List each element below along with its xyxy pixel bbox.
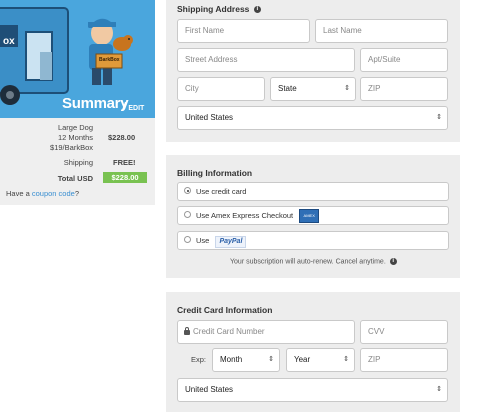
plan-line-size: Large Dog <box>57 123 93 132</box>
radio-selected-icon <box>184 187 191 194</box>
truck-logo-text: ox <box>3 36 15 47</box>
card-country-value: United States <box>185 385 234 394</box>
radio-unselected-icon <box>184 211 191 218</box>
coupon-code-link[interactable]: coupon code <box>32 189 75 198</box>
last-name-field[interactable]: Last Name <box>315 19 448 43</box>
coupon-line: Have a coupon code? <box>6 189 79 198</box>
plan-line-duration: 12 Months <box>57 133 93 142</box>
first-name-field[interactable]: First Name <box>177 19 310 43</box>
state-value: State <box>278 84 297 93</box>
select-caret-icon: ⇕ <box>344 85 350 92</box>
amex-badge-icon: AMEX <box>299 209 320 224</box>
billing-title: Billing Information <box>177 168 253 178</box>
lock-icon <box>184 327 190 335</box>
box-logo-text: BarkBox <box>99 57 120 63</box>
exp-month-select[interactable]: Month ⇕ <box>212 348 280 372</box>
edit-label: EDIT <box>128 105 145 112</box>
option-paypal[interactable]: Use PayPal <box>177 231 449 250</box>
summary-title: Summary <box>62 95 129 112</box>
select-caret-icon: ⇕ <box>268 356 274 363</box>
auto-renew-note: Your subscription will auto-renew. Cance… <box>230 258 397 265</box>
summary-hero-illustration: ox BarkBox Summary / EDIT <box>0 0 155 118</box>
exp-label: Exp: <box>191 355 207 364</box>
shipping-title: Shipping Address i <box>177 4 261 14</box>
radio-unselected-icon <box>184 236 191 243</box>
card-zip-field[interactable]: ZIP <box>360 348 448 372</box>
paypal-badge-icon: PayPal <box>215 236 247 248</box>
plan-line-rate: $19/BarkBox <box>50 143 93 152</box>
auto-renew-note-text: Your subscription will auto-renew. Cance… <box>230 258 386 266</box>
country-value: United States <box>185 113 234 122</box>
exp-month-value: Month <box>220 355 243 364</box>
card-number-placeholder: Credit Card Number <box>193 327 265 336</box>
shipping-address-panel: Shipping Address i First Name Last Name … <box>166 0 460 142</box>
option-amex-express[interactable]: Use Amex Express Checkout AMEX <box>177 206 449 225</box>
option-amex-label: Use Amex Express Checkout <box>196 211 294 220</box>
card-country-select[interactable]: United States ⇕ <box>177 378 448 402</box>
exp-year-value: Year <box>294 355 311 364</box>
billing-information-panel: Billing Information Use credit card Use … <box>166 155 460 278</box>
country-select[interactable]: United States ⇕ <box>177 106 448 130</box>
total-label: Total USD <box>57 174 93 183</box>
coupon-suffix: ? <box>74 189 79 198</box>
summary-edit-link[interactable]: / EDIT <box>122 99 145 114</box>
coupon-prefix: Have a <box>6 189 32 198</box>
shipping-value: FREE! <box>113 158 136 167</box>
shipping-label: Shipping <box>63 158 93 167</box>
card-number-field[interactable]: Credit Card Number <box>177 320 355 344</box>
slash-divider-icon: / <box>122 100 126 114</box>
exp-year-select[interactable]: Year ⇕ <box>286 348 355 372</box>
credit-card-panel: Credit Card Information Credit Card Numb… <box>166 292 460 412</box>
select-caret-icon: ⇕ <box>343 356 349 363</box>
info-icon[interactable]: i <box>253 6 261 14</box>
option-credit-card-label: Use credit card <box>196 187 247 196</box>
zip-field[interactable]: ZIP <box>360 77 448 101</box>
cvv-field[interactable]: CVV <box>360 320 448 344</box>
apt-suite-field[interactable]: Apt/Suite <box>360 48 448 72</box>
select-caret-icon: ⇕ <box>436 114 442 121</box>
plan-price: $228.00 <box>108 133 136 142</box>
select-caret-icon: ⇕ <box>436 386 442 393</box>
total-value-badge: $228.00 <box>103 172 147 183</box>
credit-card-title: Credit Card Information <box>177 305 273 315</box>
option-credit-card[interactable]: Use credit card <box>177 182 449 201</box>
city-field[interactable]: City <box>177 77 265 101</box>
shipping-title-text: Shipping Address <box>177 4 250 14</box>
street-address-field[interactable]: Street Address <box>177 48 355 72</box>
state-select[interactable]: State ⇕ <box>270 77 356 101</box>
info-icon[interactable]: i <box>389 258 397 265</box>
option-paypal-label: Use <box>196 236 210 245</box>
